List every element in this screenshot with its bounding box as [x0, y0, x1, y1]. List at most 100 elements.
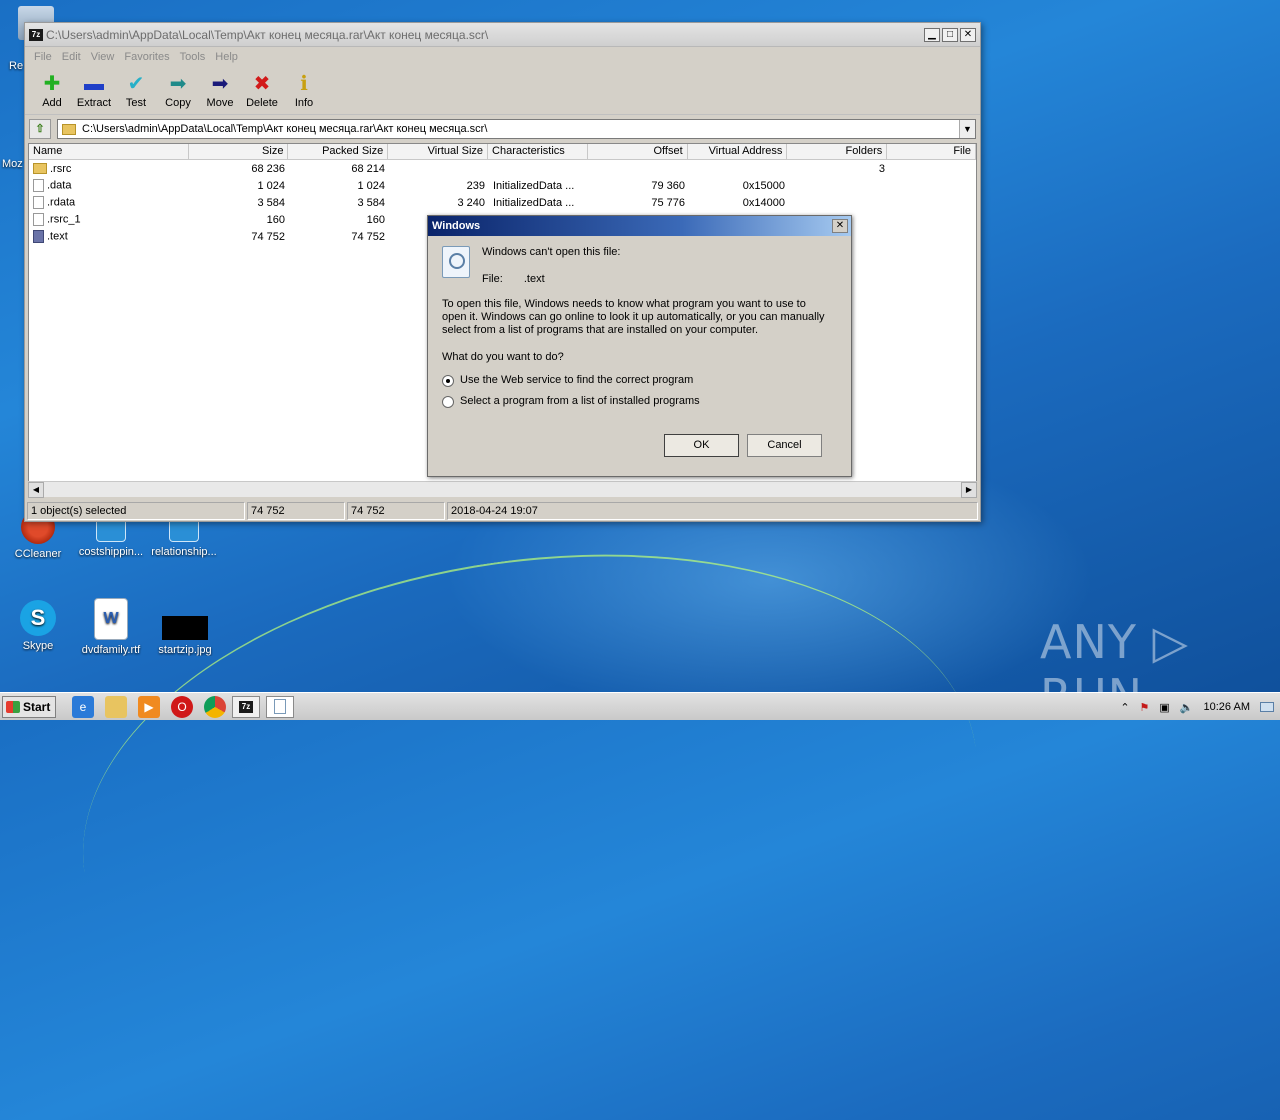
- dialog-titlebar[interactable]: Windows ✕: [428, 216, 851, 236]
- status-size: 74 752: [247, 502, 345, 520]
- col-characteristics[interactable]: Characteristics: [488, 144, 588, 159]
- volume-icon[interactable]: 🔈: [1180, 701, 1194, 714]
- windows-flag-icon: [6, 700, 20, 713]
- cell-packed: 74 752: [351, 230, 385, 243]
- sevenzip-app-icon: 7z: [29, 28, 43, 41]
- cell-offset: 79 360: [651, 179, 685, 192]
- info-icon: ℹ: [300, 73, 308, 95]
- radio-select-program[interactable]: Select a program from a list of installe…: [442, 395, 837, 408]
- file-icon: [33, 213, 44, 226]
- file-label: File:: [482, 273, 503, 285]
- status-packed: 74 752: [347, 502, 445, 520]
- close-button[interactable]: ✕: [960, 27, 976, 42]
- menu-file[interactable]: File: [29, 51, 57, 63]
- chevron-down-icon[interactable]: ▼: [959, 120, 975, 138]
- desktop-icon-startzip[interactable]: startzip.jpg: [147, 604, 223, 656]
- scroll-left-icon[interactable]: ◀: [28, 481, 44, 498]
- dialog-title: Windows: [432, 220, 481, 232]
- table-row[interactable]: .rdata 3 584 3 584 3 240 InitializedData…: [29, 194, 976, 211]
- col-virtual-address[interactable]: Virtual Address: [688, 144, 788, 159]
- file-line: File: .text: [482, 273, 620, 286]
- cell-name: .rsrc: [29, 163, 189, 175]
- clock[interactable]: 10:26 AM: [1204, 701, 1250, 713]
- copy-button[interactable]: ➡ Copy: [157, 67, 199, 114]
- extract-button[interactable]: ▬ Extract: [73, 67, 115, 114]
- plus-icon: ✚: [43, 73, 61, 95]
- test-button[interactable]: ✔ Test: [115, 67, 157, 114]
- info-button[interactable]: ℹ Info: [283, 67, 325, 114]
- cell-size: 68 236: [251, 162, 285, 175]
- cell-size: 3 584: [257, 196, 285, 209]
- menu-help[interactable]: Help: [210, 51, 243, 63]
- start-label: Start: [23, 699, 51, 714]
- sevenzip-titlebar[interactable]: 7z C:\Users\admin\AppData\Local\Temp\Акт…: [25, 23, 980, 47]
- sevenzip-app-icon: 7z: [239, 700, 253, 713]
- path-input[interactable]: C:\Users\admin\AppData\Local\Temp\Акт ко…: [57, 119, 976, 139]
- table-row[interactable]: .rsrc 68 236 68 214 3: [29, 160, 976, 177]
- minus-icon: ▬: [84, 73, 104, 95]
- tool-label: Add: [42, 97, 62, 109]
- tray-expand-icon[interactable]: ⌃: [1120, 701, 1129, 714]
- cell-size: 1 024: [257, 179, 285, 192]
- desktop-icon-dvdfamily[interactable]: W dvdfamily.rtf: [73, 598, 149, 656]
- cell-packed: 160: [366, 213, 385, 226]
- menu-edit[interactable]: Edit: [57, 51, 86, 63]
- network-icon[interactable]: ▣: [1159, 701, 1169, 714]
- move-button[interactable]: ➡ Move: [199, 67, 241, 114]
- horizontal-scrollbar[interactable]: ◀ ▶: [28, 481, 977, 498]
- col-virtual-size[interactable]: Virtual Size: [388, 144, 489, 159]
- dialog-question: What do you want to do?: [442, 351, 564, 363]
- start-button[interactable]: Start: [2, 695, 56, 718]
- delete-button[interactable]: ✖ Delete: [241, 67, 283, 114]
- cancel-button[interactable]: Cancel: [747, 434, 822, 457]
- menu-view[interactable]: View: [86, 51, 120, 63]
- internet-explorer-icon[interactable]: e: [72, 695, 94, 718]
- tool-label: Delete: [246, 97, 278, 109]
- add-button[interactable]: ✚ Add: [31, 67, 73, 114]
- taskbar-sevenzip-button[interactable]: 7z: [232, 695, 260, 718]
- menu-favorites[interactable]: Favorites: [119, 51, 174, 63]
- col-offset[interactable]: Offset: [588, 144, 688, 159]
- taskbar-dialog-button[interactable]: [266, 695, 294, 718]
- cell-packed: 68 214: [351, 162, 385, 175]
- cell-vsize: 239: [466, 179, 485, 192]
- col-size[interactable]: Size: [189, 144, 289, 159]
- desktop-icon-skype[interactable]: S Skype: [0, 600, 76, 652]
- word-document-icon: W: [94, 598, 128, 640]
- magnifier-icon: [442, 246, 470, 278]
- blank-document-icon: [274, 699, 286, 714]
- action-center-flag-icon[interactable]: ⚑: [1140, 701, 1150, 714]
- radio-selected-icon: [442, 374, 454, 387]
- check-icon: ✔: [127, 73, 145, 95]
- cell-name: .data: [29, 179, 189, 192]
- dialog-close-icon[interactable]: ✕: [832, 219, 848, 233]
- arrow-copy-icon: ➡: [169, 73, 187, 95]
- maximize-button[interactable]: □: [942, 27, 958, 42]
- binary-file-icon: [33, 230, 44, 243]
- scroll-right-icon[interactable]: ▶: [961, 481, 977, 498]
- desktop-icon-label: costshippin...: [78, 546, 144, 558]
- desktop-icon-label: relationship...: [151, 546, 217, 558]
- menu-tools[interactable]: Tools: [175, 51, 211, 63]
- menu-bar: File Edit View Favorites Tools Help: [25, 47, 980, 67]
- col-name[interactable]: Name: [29, 144, 189, 159]
- radio-web-service[interactable]: Use the Web service to find the correct …: [442, 374, 837, 387]
- chrome-icon[interactable]: [204, 695, 226, 718]
- up-folder-button[interactable]: ⇧: [29, 119, 51, 139]
- col-file[interactable]: File: [887, 144, 977, 159]
- opera-icon[interactable]: O: [171, 695, 193, 718]
- show-desktop-icon[interactable]: [1260, 702, 1274, 712]
- col-folders[interactable]: Folders: [787, 144, 888, 159]
- media-player-icon[interactable]: ▶: [138, 695, 160, 718]
- ok-button[interactable]: OK: [664, 434, 739, 457]
- col-packed-size[interactable]: Packed Size: [288, 144, 389, 159]
- cell-packed: 1 024: [357, 179, 385, 192]
- system-tray: ⌃ ⚑ ▣ 🔈 10:26 AM: [1115, 695, 1280, 719]
- cell-name: .rsrc_1: [29, 213, 189, 226]
- status-selection: 1 object(s) selected: [27, 502, 245, 520]
- cell-vaddr: 0x14000: [742, 196, 785, 209]
- file-explorer-icon[interactable]: [105, 695, 127, 718]
- table-row[interactable]: .data 1 024 1 024 239 InitializedData ..…: [29, 177, 976, 194]
- minimize-button[interactable]: ▁: [924, 27, 940, 42]
- file-icon: [33, 196, 44, 209]
